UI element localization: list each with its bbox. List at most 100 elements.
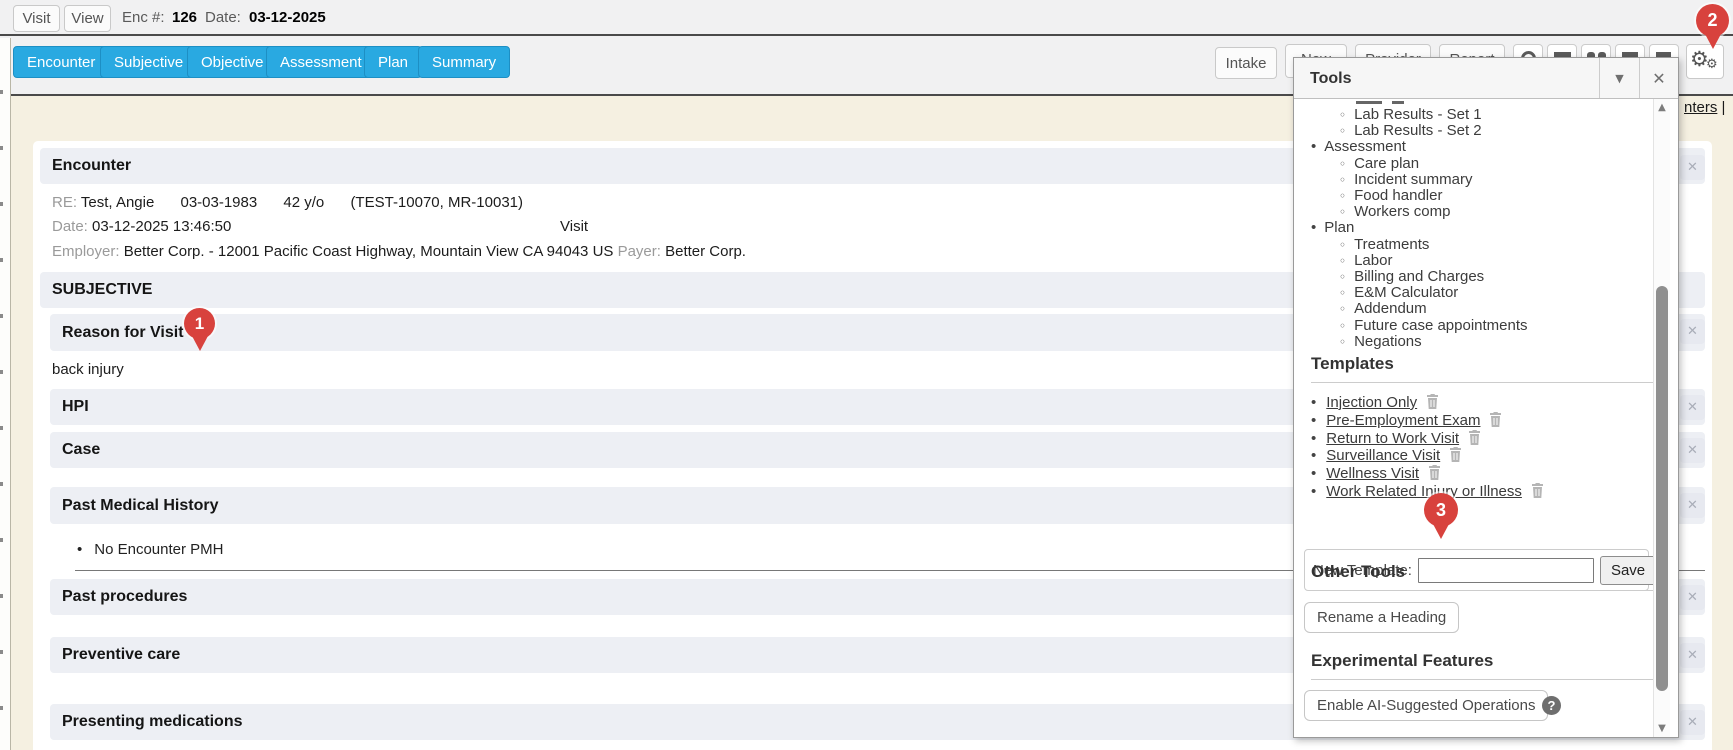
patient-ids: (TEST-10070, MR-10031)	[350, 194, 523, 211]
re-label: RE:	[52, 194, 77, 211]
enable-ai-operations-button[interactable]: Enable AI-Suggested Operations	[1304, 690, 1548, 721]
outline-item-assessment[interactable]: Assessment	[1294, 139, 1528, 155]
case-close-button[interactable]: ✕	[1680, 438, 1705, 463]
employer-payer-line: Employer: Better Corp. - 12001 Pacific C…	[52, 243, 746, 260]
tools-close-button[interactable]: ✕	[1639, 58, 1678, 98]
clipped-item-fragment	[1356, 101, 1382, 104]
outline-item-lab-results-2[interactable]: Lab Results - Set 2	[1294, 123, 1528, 139]
tab-encounter[interactable]: Encounter	[13, 46, 109, 78]
top-bar: Visit View Enc #: 126 Date: 03-12-2025	[0, 0, 1733, 36]
employer-label: Employer:	[52, 243, 120, 260]
other-tools-divider	[1311, 590, 1661, 591]
tools-scrollbar[interactable]: ▲ ▼	[1653, 99, 1670, 737]
trash-icon[interactable]	[1531, 483, 1544, 498]
patient-dob: 03-03-1983	[180, 194, 257, 211]
trash-icon[interactable]	[1428, 465, 1441, 480]
template-link-wellness-visit[interactable]: Wellness Visit	[1326, 465, 1419, 482]
view-button[interactable]: View	[64, 5, 111, 32]
tools-panel-header[interactable]: Tools ▼ ✕	[1294, 58, 1678, 99]
pin-1-number: 1	[195, 314, 204, 334]
employer-value: Better Corp. - 12001 Pacific Coast Highw…	[124, 243, 614, 260]
tools-collapse-button[interactable]: ▼	[1599, 58, 1639, 98]
template-link-return-to-work-visit[interactable]: Return to Work Visit	[1326, 430, 1459, 447]
experimental-features-heading: Experimental Features	[1311, 651, 1493, 671]
tools-outline-list: Lab Results - Set 1 Lab Results - Set 2 …	[1294, 107, 1528, 350]
annotation-pin-2: 2	[1696, 4, 1729, 49]
template-link-surveillance-visit[interactable]: Surveillance Visit	[1326, 447, 1440, 464]
pmh-item-text: No Encounter PMH	[94, 541, 223, 558]
outline-item-billing-and-charges[interactable]: Billing and Charges	[1294, 269, 1528, 285]
past-procedures-close-button[interactable]: ✕	[1680, 585, 1705, 610]
enc-date-value: 03-12-2025	[249, 9, 326, 26]
all-encounters-link-text: nters	[1684, 99, 1717, 116]
tools-panel: Tools ▼ ✕ Lab Results - Set 1 Lab Result…	[1293, 57, 1679, 738]
new-template-input[interactable]	[1418, 558, 1594, 583]
reason-close-button[interactable]: ✕	[1680, 319, 1705, 344]
encounter-date-line: Date: 03-12-2025 13:46:50	[52, 218, 231, 235]
close-icon: ✕	[1687, 443, 1698, 458]
templates-divider	[1311, 382, 1661, 383]
pin-tail	[1433, 524, 1449, 539]
pin-tail	[192, 336, 208, 351]
outline-item-future-case-appointments[interactable]: Future case appointments	[1294, 318, 1528, 334]
bullet-dot: •	[77, 541, 82, 558]
close-icon: ✕	[1687, 648, 1698, 663]
outline-item-negations[interactable]: Negations	[1294, 334, 1528, 350]
left-splitter[interactable]	[0, 38, 11, 750]
tab-summary[interactable]: Summary	[418, 46, 510, 78]
gear-icon-small: ⚙	[1706, 57, 1718, 72]
rename-heading-button[interactable]: Rename a Heading	[1304, 602, 1459, 633]
presenting-medications-title: Presenting medications	[62, 713, 243, 731]
trash-icon[interactable]	[1426, 394, 1439, 409]
visit-button[interactable]: Visit	[13, 5, 60, 32]
pin-tail	[1705, 34, 1721, 49]
templates-list: Injection Only Pre-Employment Exam Retur…	[1311, 394, 1544, 501]
pmh-list-item[interactable]: • No Encounter PMH	[77, 541, 224, 558]
template-link-pre-employment-exam[interactable]: Pre-Employment Exam	[1326, 412, 1480, 429]
visit-type-text: Visit	[560, 218, 588, 235]
tab-subjective[interactable]: Subjective	[100, 46, 197, 78]
outline-item-workers-comp[interactable]: Workers comp	[1294, 204, 1528, 220]
close-icon: ✕	[1687, 324, 1698, 339]
outline-item-treatments[interactable]: Treatments	[1294, 237, 1528, 253]
close-icon: ✕	[1687, 400, 1698, 415]
presenting-medications-close-button[interactable]: ✕	[1680, 710, 1705, 735]
outline-item-addendum[interactable]: Addendum	[1294, 301, 1528, 317]
scroll-down-icon[interactable]: ▼	[1654, 723, 1670, 734]
all-encounters-link[interactable]: nters |	[1684, 99, 1725, 116]
subjective-section-title: SUBJECTIVE	[52, 281, 152, 299]
pin-3-number: 3	[1436, 500, 1446, 521]
outline-item-em-calculator[interactable]: E&M Calculator	[1294, 285, 1528, 301]
pin-2-number: 2	[1707, 10, 1717, 31]
close-icon: ✕	[1687, 715, 1698, 730]
trash-icon[interactable]	[1468, 430, 1481, 445]
scrollbar-thumb[interactable]	[1656, 286, 1668, 691]
outline-item-labor[interactable]: Labor	[1294, 253, 1528, 269]
help-icon[interactable]: ?	[1542, 696, 1561, 715]
pmh-close-button[interactable]: ✕	[1680, 493, 1705, 518]
encounter-datetime: 03-12-2025 13:46:50	[92, 218, 231, 235]
trash-icon[interactable]	[1489, 412, 1502, 427]
encounter-close-button[interactable]: ✕	[1680, 155, 1705, 180]
trash-icon[interactable]	[1449, 447, 1462, 462]
tools-gear-button[interactable]: ⚙ ⚙	[1686, 44, 1724, 79]
scroll-up-icon[interactable]: ▲	[1654, 102, 1670, 113]
outline-item-food-handler[interactable]: Food handler	[1294, 188, 1528, 204]
intake-button[interactable]: Intake	[1215, 47, 1277, 79]
hpi-close-button[interactable]: ✕	[1680, 395, 1705, 420]
tab-plan[interactable]: Plan	[364, 46, 422, 78]
tab-objective[interactable]: Objective	[187, 46, 278, 78]
outline-item-lab-results-1[interactable]: Lab Results - Set 1	[1294, 107, 1528, 123]
template-link-injection-only[interactable]: Injection Only	[1326, 394, 1417, 411]
tab-assessment[interactable]: Assessment	[266, 46, 376, 78]
save-template-button[interactable]: Save	[1600, 556, 1656, 585]
outline-item-care-plan[interactable]: Care plan	[1294, 156, 1528, 172]
patient-summary-line: RE: Test, Angie 03-03-1983 42 y/o (TEST-…	[52, 194, 523, 211]
close-icon: ✕	[1687, 160, 1698, 175]
preventive-care-close-button[interactable]: ✕	[1680, 643, 1705, 668]
payer-label: Payer:	[618, 243, 661, 260]
template-list-item: Injection Only	[1311, 394, 1544, 412]
reason-for-visit-content[interactable]: back injury	[52, 361, 124, 378]
outline-item-incident-summary[interactable]: Incident summary	[1294, 172, 1528, 188]
outline-item-plan[interactable]: Plan	[1294, 220, 1528, 236]
